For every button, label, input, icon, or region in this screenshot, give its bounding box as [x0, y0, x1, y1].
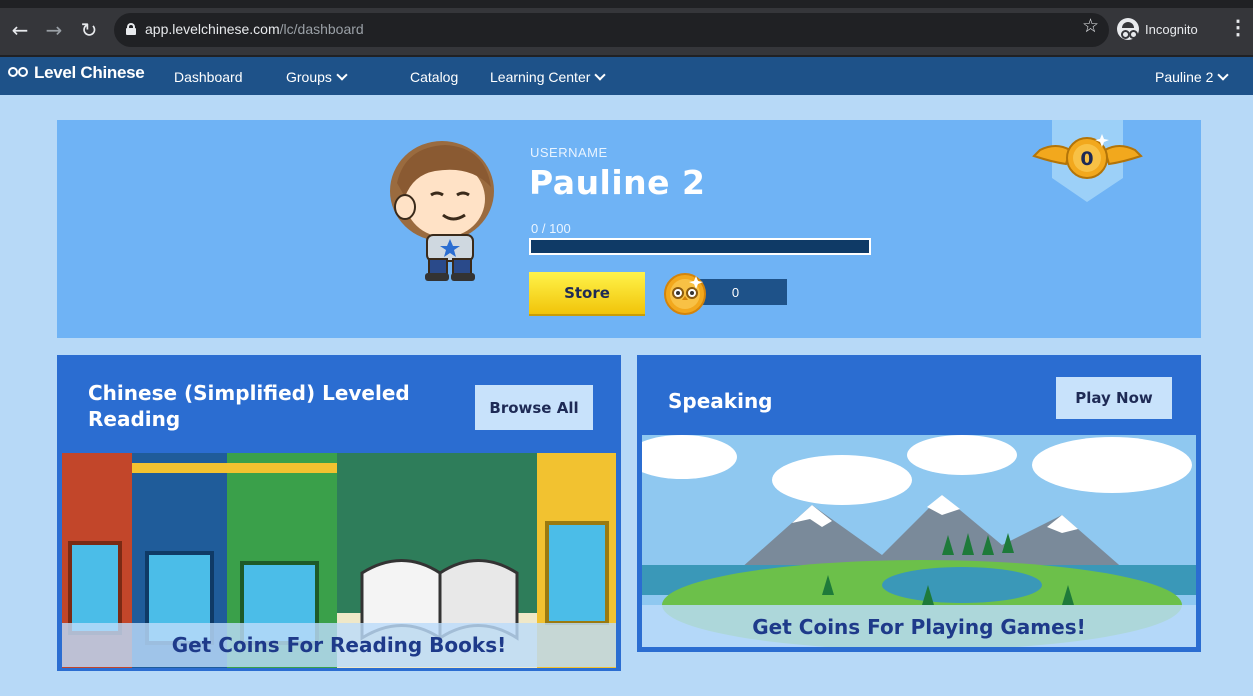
owl-logo-icon	[8, 65, 30, 81]
forward-icon[interactable]: →	[42, 18, 66, 42]
xp-text: 0 / 100	[531, 221, 571, 236]
play-now-button[interactable]: Play Now	[1056, 377, 1172, 419]
address-bar[interactable]: app.levelchinese.com/lc/dashboard	[114, 13, 1109, 47]
xp-progress-bar	[529, 238, 871, 255]
speaking-card: Speaking Play Now Get Coins For Playing …	[637, 355, 1201, 652]
incognito-indicator[interactable]: Incognito	[1117, 14, 1198, 44]
user-avatar	[390, 141, 494, 281]
speaking-card-title: Speaking	[668, 389, 773, 413]
url-text[interactable]: app.levelchinese.com/lc/dashboard	[145, 21, 364, 37]
speaking-illustration[interactable]: Get Coins For Playing Games!	[642, 435, 1196, 647]
bookmark-star-icon[interactable]: ☆	[1082, 15, 1099, 37]
rank-badge-icon: 0	[1032, 120, 1143, 202]
tab-strip	[0, 0, 1253, 8]
store-button[interactable]: Store	[529, 272, 645, 314]
chevron-down-icon	[1217, 69, 1230, 81]
reading-card: Chinese (Simplified) Leveled Reading Bro…	[57, 355, 621, 671]
browser-menu-icon[interactable]: ⋮	[1228, 14, 1248, 42]
incognito-icon	[1117, 18, 1139, 40]
user-menu[interactable]: Pauline 2	[1155, 69, 1230, 85]
reading-card-title: Chinese (Simplified) Leveled Reading	[88, 381, 410, 431]
owl-coin-icon	[664, 273, 706, 315]
reading-illustration[interactable]: Get Coins For Reading Books!	[62, 453, 616, 668]
speaking-caption: Get Coins For Playing Games!	[642, 605, 1196, 647]
nav-learning-center[interactable]: Learning Center	[490, 69, 607, 85]
username-label: USERNAME	[530, 145, 608, 160]
brand-name: Level Chinese	[34, 63, 145, 82]
rank-level: 0	[1080, 148, 1093, 170]
nav-dashboard[interactable]: Dashboard	[174, 69, 243, 85]
reading-caption: Get Coins For Reading Books!	[62, 623, 616, 667]
app-navbar: Level Chinese Dashboard Groups Catalog L…	[0, 57, 1253, 95]
browser-chrome: ← → ↻ app.levelchinese.com/lc/dashboard …	[0, 0, 1253, 57]
nav-catalog[interactable]: Catalog	[410, 69, 458, 85]
browse-all-button[interactable]: Browse All	[475, 385, 593, 430]
username: Pauline 2	[529, 163, 706, 202]
chevron-down-icon	[594, 69, 607, 81]
lock-icon	[126, 23, 136, 35]
back-icon[interactable]: ←	[8, 18, 32, 42]
reload-icon[interactable]: ↻	[77, 18, 101, 42]
chevron-down-icon	[336, 69, 348, 81]
brand-logo[interactable]: Level Chinese	[8, 63, 145, 83]
nav-groups[interactable]: Groups	[286, 69, 348, 85]
incognito-label: Incognito	[1145, 21, 1198, 37]
